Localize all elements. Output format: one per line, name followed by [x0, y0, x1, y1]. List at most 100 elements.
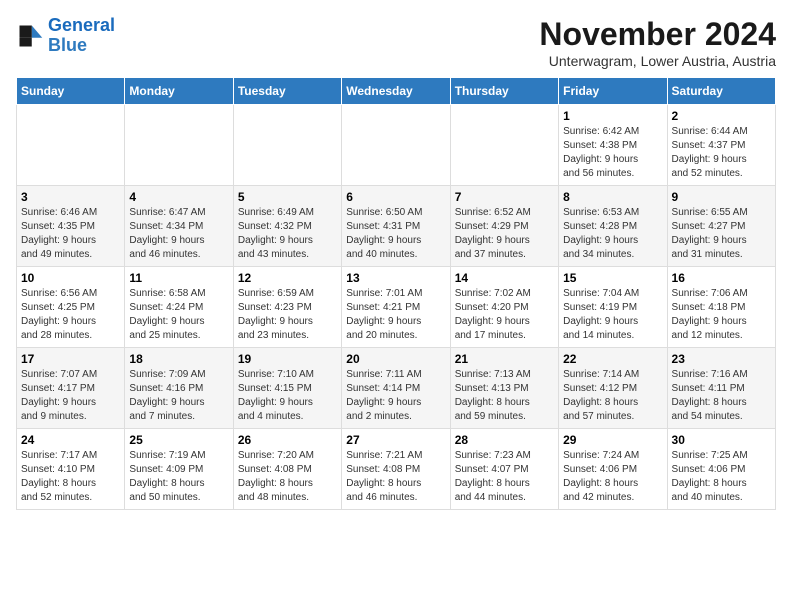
day-info: Sunrise: 7:16 AM Sunset: 4:11 PM Dayligh…: [672, 368, 771, 424]
weekday-header-wednesday: Wednesday: [342, 78, 450, 105]
calendar-cell: 2 Sunrise: 6:44 AM Sunset: 4:37 PM Daylig…: [667, 105, 775, 186]
calendar-cell: 25Sunrise: 7:19 AM Sunset: 4:09 PM Dayli…: [125, 429, 233, 510]
calendar-cell: 7 Sunrise: 6:52 AM Sunset: 4:29 PM Daylig…: [450, 186, 558, 267]
day-info: Sunrise: 6:42 AM Sunset: 4:38 PM Dayligh…: [563, 125, 662, 181]
day-number: 14: [455, 271, 554, 285]
title-area: November 2024 Unterwagram, Lower Austria…: [539, 16, 776, 69]
calendar-cell: 16Sunrise: 7:06 AM Sunset: 4:18 PM Dayli…: [667, 267, 775, 348]
calendar-cell: 4Sunrise: 6:47 AM Sunset: 4:34 PM Daylig…: [125, 186, 233, 267]
calendar-cell: 22 Sunrise: 7:14 AM Sunset: 4:12 PM Dayli…: [559, 348, 667, 429]
day-number: 26: [238, 433, 337, 447]
day-info: Sunrise: 6:56 AM Sunset: 4:25 PM Dayligh…: [21, 287, 120, 343]
day-number: 12: [238, 271, 337, 285]
calendar-cell: 29 Sunrise: 7:24 AM Sunset: 4:06 PM Dayli…: [559, 429, 667, 510]
calendar-cell: 24 Sunrise: 7:17 AM Sunset: 4:10 PM Dayli…: [17, 429, 125, 510]
logo-text-line1: General: [48, 16, 115, 36]
calendar-cell: 19Sunrise: 7:10 AM Sunset: 4:15 PM Dayli…: [233, 348, 341, 429]
calendar-cell: 6 Sunrise: 6:50 AM Sunset: 4:31 PM Daylig…: [342, 186, 450, 267]
week-row-4: 17 Sunrise: 7:07 AM Sunset: 4:17 PM Dayli…: [17, 348, 776, 429]
day-number: 24: [21, 433, 120, 447]
day-info: Sunrise: 6:44 AM Sunset: 4:37 PM Dayligh…: [672, 125, 771, 181]
logo-icon: [16, 22, 44, 50]
day-number: 8: [563, 190, 662, 204]
day-number: 27: [346, 433, 445, 447]
day-info: Sunrise: 7:23 AM Sunset: 4:07 PM Dayligh…: [455, 449, 554, 505]
calendar-cell: [450, 105, 558, 186]
day-number: 25: [129, 433, 228, 447]
day-number: 7: [455, 190, 554, 204]
day-info: Sunrise: 7:04 AM Sunset: 4:19 PM Dayligh…: [563, 287, 662, 343]
weekday-header-sunday: Sunday: [17, 78, 125, 105]
day-number: 11: [129, 271, 228, 285]
day-info: Sunrise: 7:21 AM Sunset: 4:08 PM Dayligh…: [346, 449, 445, 505]
day-info: Sunrise: 7:17 AM Sunset: 4:10 PM Dayligh…: [21, 449, 120, 505]
day-number: 30: [672, 433, 771, 447]
day-info: Sunrise: 7:14 AM Sunset: 4:12 PM Dayligh…: [563, 368, 662, 424]
day-number: 9: [672, 190, 771, 204]
calendar-cell: 15 Sunrise: 7:04 AM Sunset: 4:19 PM Dayli…: [559, 267, 667, 348]
calendar-cell: 14Sunrise: 7:02 AM Sunset: 4:20 PM Dayli…: [450, 267, 558, 348]
calendar-cell: 10 Sunrise: 6:56 AM Sunset: 4:25 PM Dayli…: [17, 267, 125, 348]
day-info: Sunrise: 6:46 AM Sunset: 4:35 PM Dayligh…: [21, 206, 120, 262]
day-info: Sunrise: 7:25 AM Sunset: 4:06 PM Dayligh…: [672, 449, 771, 505]
day-number: 29: [563, 433, 662, 447]
calendar-cell: [17, 105, 125, 186]
week-row-5: 24 Sunrise: 7:17 AM Sunset: 4:10 PM Dayli…: [17, 429, 776, 510]
day-number: 2: [672, 109, 771, 123]
calendar-cell: 18Sunrise: 7:09 AM Sunset: 4:16 PM Dayli…: [125, 348, 233, 429]
day-number: 23: [672, 352, 771, 366]
day-number: 10: [21, 271, 120, 285]
calendar-cell: 17 Sunrise: 7:07 AM Sunset: 4:17 PM Dayli…: [17, 348, 125, 429]
day-info: Sunrise: 7:13 AM Sunset: 4:13 PM Dayligh…: [455, 368, 554, 424]
day-number: 20: [346, 352, 445, 366]
day-info: Sunrise: 6:52 AM Sunset: 4:29 PM Dayligh…: [455, 206, 554, 262]
day-number: 13: [346, 271, 445, 285]
weekday-header-row: SundayMondayTuesdayWednesdayThursdayFrid…: [17, 78, 776, 105]
header: General Blue November 2024 Unterwagram, …: [16, 16, 776, 69]
day-info: Sunrise: 7:07 AM Sunset: 4:17 PM Dayligh…: [21, 368, 120, 424]
day-number: 5: [238, 190, 337, 204]
day-number: 16: [672, 271, 771, 285]
weekday-header-saturday: Saturday: [667, 78, 775, 105]
day-info: Sunrise: 6:53 AM Sunset: 4:28 PM Dayligh…: [563, 206, 662, 262]
logo: General Blue: [16, 16, 115, 56]
calendar-cell: 1Sunrise: 6:42 AM Sunset: 4:38 PM Daylig…: [559, 105, 667, 186]
location-subtitle: Unterwagram, Lower Austria, Austria: [539, 53, 776, 69]
day-info: Sunrise: 7:11 AM Sunset: 4:14 PM Dayligh…: [346, 368, 445, 424]
day-number: 15: [563, 271, 662, 285]
day-info: Sunrise: 7:24 AM Sunset: 4:06 PM Dayligh…: [563, 449, 662, 505]
month-title: November 2024: [539, 16, 776, 53]
calendar-cell: 28 Sunrise: 7:23 AM Sunset: 4:07 PM Dayli…: [450, 429, 558, 510]
day-info: Sunrise: 6:58 AM Sunset: 4:24 PM Dayligh…: [129, 287, 228, 343]
day-number: 18: [129, 352, 228, 366]
calendar-cell: 20 Sunrise: 7:11 AM Sunset: 4:14 PM Dayli…: [342, 348, 450, 429]
calendar-table: SundayMondayTuesdayWednesdayThursdayFrid…: [16, 77, 776, 510]
logo-text-line2: Blue: [48, 36, 115, 56]
day-number: 28: [455, 433, 554, 447]
weekday-header-thursday: Thursday: [450, 78, 558, 105]
calendar-cell: 9 Sunrise: 6:55 AM Sunset: 4:27 PM Daylig…: [667, 186, 775, 267]
calendar-cell: [125, 105, 233, 186]
day-number: 6: [346, 190, 445, 204]
day-info: Sunrise: 6:55 AM Sunset: 4:27 PM Dayligh…: [672, 206, 771, 262]
calendar-cell: 5 Sunrise: 6:49 AM Sunset: 4:32 PM Daylig…: [233, 186, 341, 267]
calendar-cell: 27 Sunrise: 7:21 AM Sunset: 4:08 PM Dayli…: [342, 429, 450, 510]
week-row-3: 10 Sunrise: 6:56 AM Sunset: 4:25 PM Dayli…: [17, 267, 776, 348]
day-info: Sunrise: 6:49 AM Sunset: 4:32 PM Dayligh…: [238, 206, 337, 262]
day-info: Sunrise: 7:01 AM Sunset: 4:21 PM Dayligh…: [346, 287, 445, 343]
calendar-cell: 8 Sunrise: 6:53 AM Sunset: 4:28 PM Daylig…: [559, 186, 667, 267]
calendar-cell: 3 Sunrise: 6:46 AM Sunset: 4:35 PM Daylig…: [17, 186, 125, 267]
day-info: Sunrise: 6:50 AM Sunset: 4:31 PM Dayligh…: [346, 206, 445, 262]
calendar-cell: 12Sunrise: 6:59 AM Sunset: 4:23 PM Dayli…: [233, 267, 341, 348]
week-row-2: 3 Sunrise: 6:46 AM Sunset: 4:35 PM Daylig…: [17, 186, 776, 267]
day-info: Sunrise: 7:10 AM Sunset: 4:15 PM Dayligh…: [238, 368, 337, 424]
day-number: 17: [21, 352, 120, 366]
day-number: 3: [21, 190, 120, 204]
calendar-cell: 23 Sunrise: 7:16 AM Sunset: 4:11 PM Dayli…: [667, 348, 775, 429]
day-number: 4: [129, 190, 228, 204]
calendar-cell: 26Sunrise: 7:20 AM Sunset: 4:08 PM Dayli…: [233, 429, 341, 510]
day-number: 22: [563, 352, 662, 366]
calendar-cell: 30 Sunrise: 7:25 AM Sunset: 4:06 PM Dayli…: [667, 429, 775, 510]
calendar-cell: 11 Sunrise: 6:58 AM Sunset: 4:24 PM Dayli…: [125, 267, 233, 348]
calendar-cell: [342, 105, 450, 186]
